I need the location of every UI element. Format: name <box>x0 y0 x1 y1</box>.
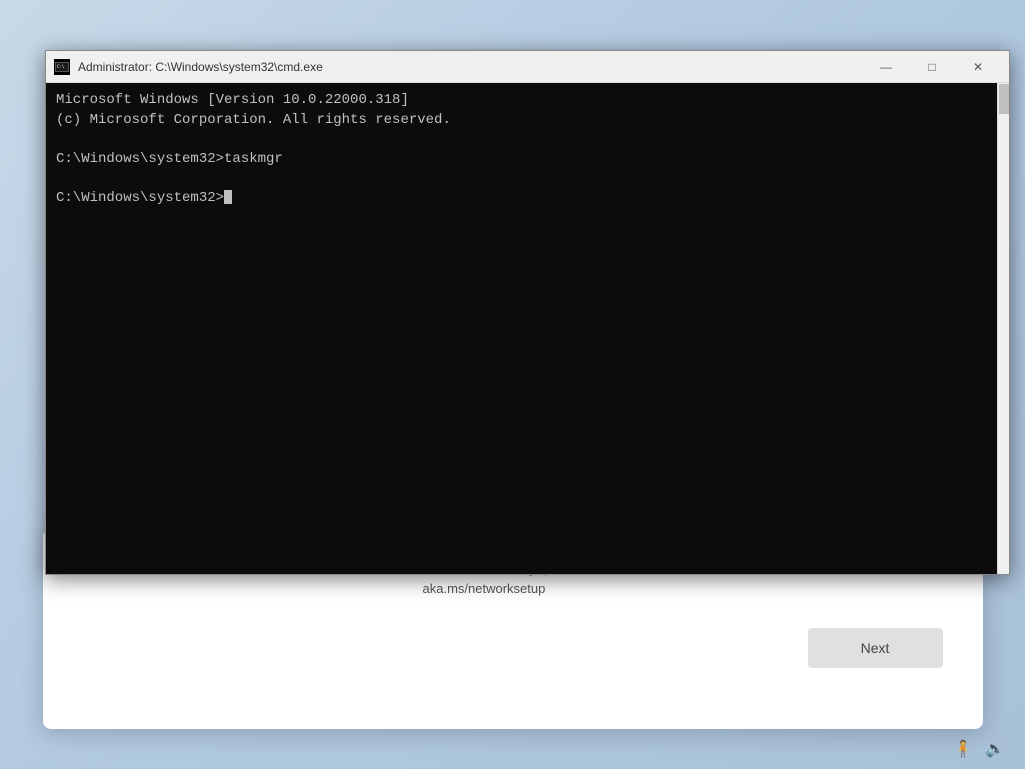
minimize-button[interactable]: — <box>863 51 909 83</box>
person-icon[interactable]: 🧍 <box>953 739 973 759</box>
close-button[interactable]: ✕ <box>955 51 1001 83</box>
cmd-scrollbar-thumb <box>999 84 1009 114</box>
next-button[interactable]: Next <box>808 628 943 668</box>
cmd-terminal-body[interactable]: Microsoft Windows [Version 10.0.22000.31… <box>46 83 1009 574</box>
taskbar-icons: 🧍 🔊 <box>953 739 1005 759</box>
cmd-app-icon <box>54 59 70 75</box>
cmd-cursor <box>224 190 232 204</box>
cmd-titlebar: Administrator: C:\Windows\system32\cmd.e… <box>46 51 1009 83</box>
cmd-scrollbar[interactable] <box>997 83 1009 574</box>
cmd-window: Administrator: C:\Windows\system32\cmd.e… <box>45 50 1010 575</box>
desktop: For troubleshooting tips, use another de… <box>0 0 1025 769</box>
maximize-button[interactable]: □ <box>909 51 955 83</box>
cmd-window-controls: — □ ✕ <box>863 51 1001 83</box>
volume-icon[interactable]: 🔊 <box>985 739 1005 759</box>
cmd-terminal-output: Microsoft Windows [Version 10.0.22000.31… <box>56 91 999 209</box>
cmd-title: Administrator: C:\Windows\system32\cmd.e… <box>78 60 863 74</box>
